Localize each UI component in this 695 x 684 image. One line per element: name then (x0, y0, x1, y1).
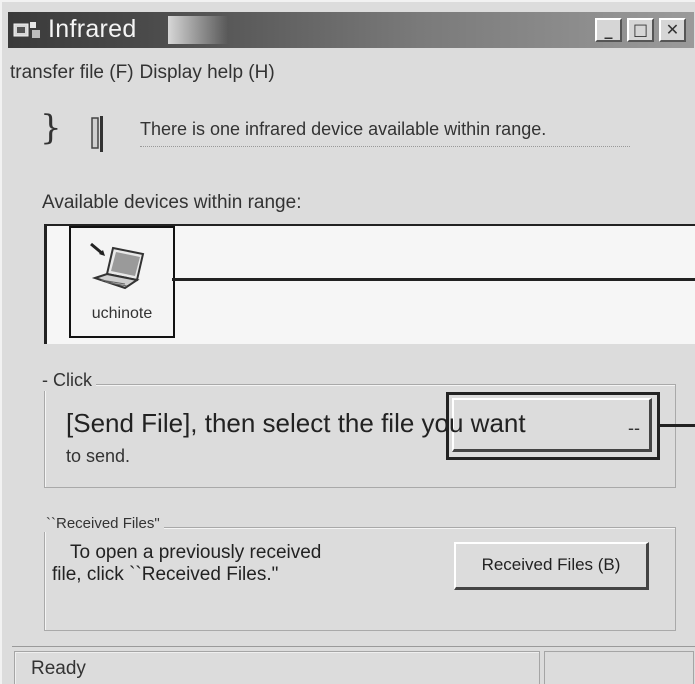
laptop-icon (90, 242, 145, 290)
received-instruction-line2: file, click ``Received Files." (52, 564, 279, 585)
send-instruction: [Send File], then select the file you wa… (66, 408, 526, 438)
device-list[interactable]: uchinote (44, 224, 695, 344)
callout-line (172, 278, 695, 281)
infrared-port-icon (91, 116, 103, 152)
maximize-button[interactable]: □ (627, 18, 654, 42)
brace-icon: } (40, 108, 62, 148)
infrared-window: Infrared _ □ ✕ transfer file (F) Display … (0, 0, 695, 684)
status-divider (140, 146, 630, 147)
status-bar: Ready (12, 646, 695, 684)
status-pane-main: Ready (14, 651, 540, 684)
received-instruction-line1: To open a previously received (70, 542, 322, 563)
callout-line (660, 424, 695, 427)
device-item-uchinote[interactable]: uchinote (69, 226, 175, 338)
send-group-legend: - Click (38, 370, 96, 391)
menu-bar: transfer file (F) Display help (H) (10, 62, 281, 84)
menu-item-display-help[interactable]: Display help (H) (140, 62, 275, 83)
menu-item-transfer-file[interactable]: transfer file (F) (10, 62, 134, 83)
received-files-button[interactable]: Received Files (B) (454, 542, 649, 590)
title-bar[interactable]: Infrared _ □ ✕ (8, 12, 694, 48)
status-icon-group: } (40, 108, 120, 152)
title-blur (168, 16, 228, 44)
infrared-app-icon (13, 22, 40, 38)
received-instruction: To open a previously received file, clic… (52, 542, 321, 586)
minimize-button[interactable]: _ (595, 18, 622, 42)
available-devices-label: Available devices within range: (42, 192, 302, 213)
device-name: uchinote (91, 305, 153, 322)
status-message: There is one infrared device available w… (140, 119, 547, 139)
close-button[interactable]: ✕ (659, 18, 686, 42)
status-ready-text: Ready (31, 658, 86, 679)
status-pane-secondary (544, 651, 694, 684)
send-button-mark: -- (628, 418, 640, 438)
received-group-legend: ``Received Files" (42, 515, 164, 532)
window-title: Infrared (48, 15, 137, 43)
send-instruction-cont: to send. (66, 446, 131, 466)
